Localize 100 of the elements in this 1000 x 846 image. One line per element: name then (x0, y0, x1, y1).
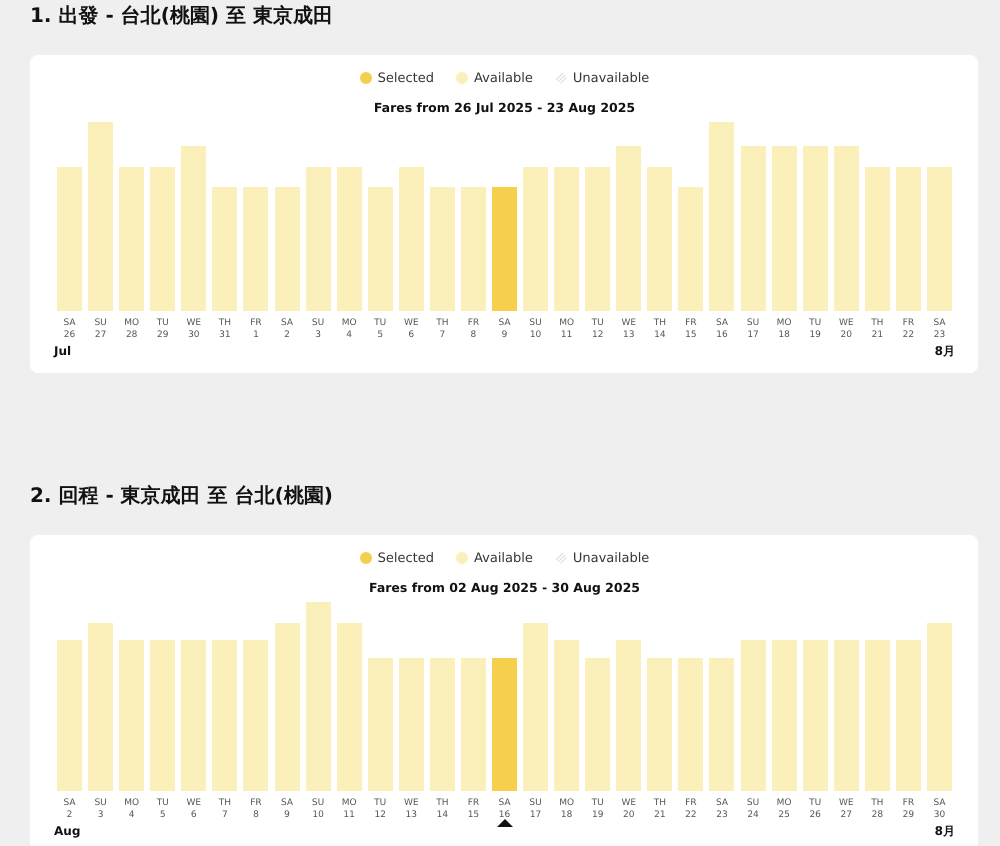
date-label: 22 (685, 809, 697, 821)
fare-bar[interactable] (834, 640, 859, 791)
fare-bar[interactable] (119, 167, 144, 311)
date-label: 21 (872, 329, 884, 341)
month-label: Aug (54, 824, 80, 838)
fare-bar[interactable] (772, 640, 797, 791)
weekday-label: TH (436, 317, 448, 329)
legend-label: Selected (378, 550, 434, 566)
fare-bar[interactable] (430, 658, 455, 791)
fare-bar[interactable] (274, 187, 300, 311)
fare-bar[interactable] (709, 122, 734, 311)
date-label: 24 (747, 809, 759, 821)
fare-bar[interactable] (368, 187, 393, 311)
fare-bar[interactable] (647, 167, 672, 311)
fare-bar[interactable] (336, 623, 362, 791)
fare-bar[interactable] (150, 167, 176, 311)
fare-bar[interactable] (150, 640, 176, 791)
fare-bar[interactable] (523, 167, 548, 311)
fare-bar[interactable] (864, 640, 890, 791)
fare-bar[interactable] (274, 623, 300, 791)
date-label: 23 (934, 329, 946, 341)
fare-bar[interactable] (88, 623, 114, 791)
fare-bar[interactable] (616, 146, 642, 311)
weekday-label: WE (186, 317, 202, 329)
fare-bar[interactable] (398, 167, 424, 311)
date-label: 8 (470, 329, 476, 341)
hatched-circle-icon (554, 72, 567, 84)
fare-bar[interactable] (243, 640, 268, 791)
fare-bar[interactable] (802, 640, 828, 791)
fare-bar[interactable] (306, 167, 331, 311)
fare-bar[interactable] (181, 146, 206, 311)
fare-bar[interactable] (181, 640, 206, 791)
fare-bar[interactable] (306, 602, 331, 791)
fare-bar[interactable] (57, 640, 82, 791)
fare-bar[interactable] (802, 146, 828, 311)
fare-bar[interactable] (740, 146, 766, 311)
fare-bar[interactable] (492, 187, 517, 311)
month-label: 8月 (934, 824, 955, 838)
fare-bar[interactable] (926, 167, 952, 311)
date-label: 20 (623, 809, 634, 821)
fare-bar[interactable] (554, 640, 580, 791)
fare-bar[interactable] (585, 167, 610, 311)
section-heading: 2. 回程 - 東京成田 至 台北(桃園) (30, 482, 334, 509)
fare-bar[interactable] (647, 658, 672, 791)
fare-bar[interactable] (368, 658, 393, 791)
fare-bar[interactable] (460, 187, 486, 311)
weekday-label: TH (218, 317, 231, 329)
weekday-label: SA (498, 317, 511, 329)
fare-bar[interactable] (864, 167, 890, 311)
date-label: 7 (439, 329, 446, 341)
fare-bar[interactable] (243, 187, 268, 311)
fare-bar[interactable] (926, 623, 952, 791)
fare-bar[interactable] (57, 167, 82, 311)
weekday-label: SA (64, 317, 76, 329)
fare-bar[interactable] (772, 146, 797, 311)
date-label: 10 (312, 809, 324, 821)
fare-bar[interactable] (616, 640, 642, 791)
weekday-label: TH (218, 797, 231, 809)
weekday-label: SU (94, 317, 107, 329)
date-label: 27 (840, 809, 852, 821)
weekday-label: SU (529, 797, 542, 809)
fare-bar[interactable] (430, 187, 455, 311)
weekday-label: TU (374, 317, 386, 329)
legend-label: Available (474, 70, 533, 86)
fare-bar[interactable] (554, 167, 580, 311)
fare-bar[interactable] (585, 658, 610, 791)
section-heading: 1. 出發 - 台北(桃園) 至 東京成田 (30, 2, 334, 29)
chart-title: Fares from 26 Jul 2025 - 23 Aug 2025 (372, 100, 636, 116)
fare-bar[interactable] (336, 167, 362, 311)
fare-bar[interactable] (896, 640, 921, 791)
legend-dot-icon (456, 72, 468, 84)
fare-bar[interactable] (119, 640, 144, 791)
date-label: 9 (502, 329, 508, 341)
date-label: 25 (778, 809, 790, 821)
weekday-label: TH (436, 797, 448, 809)
fare-bar[interactable] (212, 187, 238, 311)
weekday-label: SA (280, 797, 294, 809)
fare-bar[interactable] (896, 167, 921, 311)
legend-label: Selected (378, 70, 434, 86)
weekday-label: TH (654, 317, 666, 329)
fare-bar[interactable] (523, 623, 548, 791)
date-label: 18 (560, 809, 572, 821)
date-label: 3 (98, 809, 104, 821)
weekday-label: FR (250, 317, 262, 329)
fare-bar[interactable] (678, 187, 704, 311)
fare-bar[interactable] (709, 658, 734, 791)
legend-label: Unavailable (572, 70, 650, 86)
date-label: 11 (560, 329, 572, 341)
weekday-label: WE (838, 797, 854, 809)
fare-bar[interactable] (460, 658, 486, 791)
weekday-label: MO (124, 797, 140, 809)
fare-bar[interactable] (212, 640, 238, 791)
fare-bar[interactable] (88, 122, 114, 311)
date-label: 31 (219, 329, 231, 341)
fare-bar[interactable] (740, 640, 766, 791)
fare-bar[interactable] (398, 658, 424, 791)
fare-bar[interactable] (678, 658, 704, 791)
date-label: 18 (778, 329, 790, 341)
fare-bar[interactable] (492, 658, 517, 791)
fare-bar[interactable] (834, 146, 859, 311)
